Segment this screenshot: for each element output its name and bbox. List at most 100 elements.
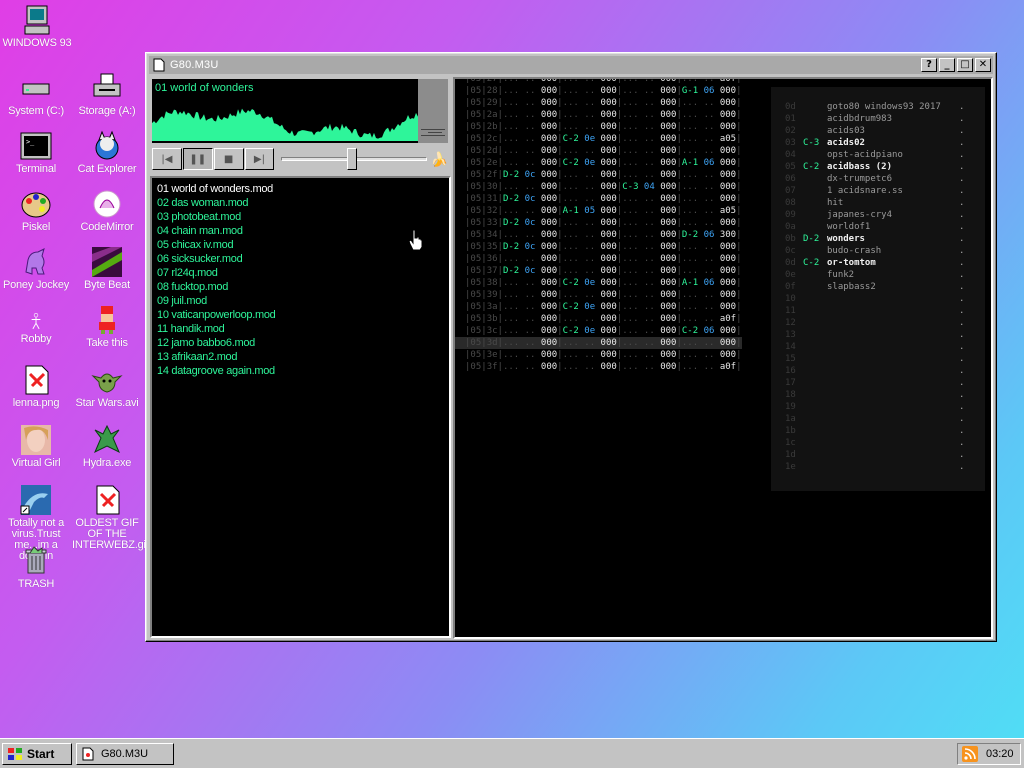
instrument-cell[interactable]: .. (644, 121, 655, 133)
sample-row[interactable]: 1b. (785, 425, 985, 437)
sample-row[interactable]: 1a. (785, 413, 985, 425)
instrument-cell[interactable]: 0c (525, 217, 536, 229)
desktop-icon-take-this[interactable]: Take this (72, 304, 142, 349)
note-cell[interactable]: C-2 (563, 157, 579, 169)
instrument-cell[interactable]: .. (644, 169, 655, 181)
pattern-row[interactable]: |05|2e|... .. 000|C-2 0e 000|... .. 000|… (455, 157, 742, 169)
note-cell[interactable]: ... (622, 349, 638, 361)
instrument-cell[interactable]: .. (525, 289, 536, 301)
effect-cell[interactable]: 000 (601, 361, 617, 373)
note-cell[interactable]: ... (682, 109, 698, 121)
playlist-item[interactable]: 01 world of wonders.mod (157, 182, 449, 196)
effect-cell[interactable]: 000 (541, 241, 557, 253)
effect-cell[interactable]: 000 (720, 109, 736, 121)
rss-icon[interactable] (962, 746, 978, 762)
banana-icon[interactable]: 🍌 (431, 151, 448, 168)
note-cell[interactable]: ... (503, 145, 519, 157)
sample-row[interactable]: 0d goto80 windows93 2017. (785, 101, 985, 113)
note-cell[interactable]: ... (563, 265, 579, 277)
instrument-cell[interactable]: .. (644, 349, 655, 361)
effect-cell[interactable]: a05 (720, 205, 736, 217)
sample-row[interactable]: 17. (785, 377, 985, 389)
sample-row[interactable]: 0e funk2. (785, 269, 985, 281)
effect-cell[interactable]: 000 (660, 181, 676, 193)
note-cell[interactable]: ... (622, 205, 638, 217)
effect-cell[interactable]: 000 (720, 241, 736, 253)
note-cell[interactable]: ... (503, 349, 519, 361)
instrument-cell[interactable]: .. (704, 109, 715, 121)
desktop-icon-trash[interactable]: TRASH (1, 545, 71, 590)
instrument-cell[interactable]: 0e (584, 277, 595, 289)
desktop-icon-oldest-gif[interactable]: OLDEST GIF OF THE INTERWEBZ.gif (72, 484, 149, 551)
effect-cell[interactable]: 000 (541, 229, 557, 241)
effect-cell[interactable]: 000 (601, 265, 617, 277)
effect-cell[interactable]: 000 (660, 337, 676, 349)
instrument-cell[interactable]: .. (584, 265, 595, 277)
note-cell[interactable]: A-1 (682, 277, 698, 289)
playlist-item[interactable]: 13 afrikaan2.mod (157, 350, 449, 364)
note-cell[interactable]: ... (503, 181, 519, 193)
effect-cell[interactable]: 000 (660, 325, 676, 337)
effect-cell[interactable]: 000 (541, 97, 557, 109)
note-cell[interactable]: ... (503, 85, 519, 97)
playlist-item[interactable]: 12 jamo babbo6.mod (157, 336, 449, 350)
effect-cell[interactable]: 000 (601, 79, 617, 85)
instrument-cell[interactable]: .. (704, 181, 715, 193)
desktop-icon-cat-explorer[interactable]: Cat Explorer (72, 130, 142, 175)
sample-row[interactable]: 10. (785, 293, 985, 305)
effect-cell[interactable]: 000 (541, 277, 557, 289)
sample-row[interactable]: 05 C-2 acidbass (2). (785, 161, 985, 173)
instrument-cell[interactable]: 0e (584, 301, 595, 313)
note-cell[interactable]: ... (622, 97, 638, 109)
instrument-cell[interactable]: .. (704, 79, 715, 85)
desktop-icon-virtual-girl[interactable]: Virtual Girl (1, 424, 71, 469)
pattern-row[interactable]: |05|39|... .. 000|... .. 000|... .. 000|… (455, 289, 742, 301)
instrument-cell[interactable]: .. (525, 313, 536, 325)
note-cell[interactable]: ... (682, 289, 698, 301)
effect-cell[interactable]: 000 (541, 325, 557, 337)
note-cell[interactable]: ... (563, 97, 579, 109)
pattern-row[interactable]: |05|3b|... .. 000|... .. 000|... .. 000|… (455, 313, 742, 325)
pattern-row[interactable]: |05|2b|... .. 000|... .. 000|... .. 000|… (455, 121, 742, 133)
pattern-row[interactable]: |05|35|D-2 0c 000|... .. 000|... .. 000|… (455, 241, 742, 253)
maximize-button[interactable]: □ (957, 58, 973, 72)
sample-row[interactable]: 11. (785, 305, 985, 317)
effect-cell[interactable]: 000 (660, 121, 676, 133)
start-button[interactable]: Start (2, 743, 72, 765)
note-cell[interactable]: ... (622, 133, 638, 145)
instrument-cell[interactable]: .. (704, 301, 715, 313)
effect-cell[interactable]: 000 (541, 193, 557, 205)
effect-cell[interactable]: 000 (541, 79, 557, 85)
effect-cell[interactable]: a0f (720, 361, 736, 373)
effect-cell[interactable]: 000 (601, 109, 617, 121)
note-cell[interactable]: ... (503, 205, 519, 217)
sample-row[interactable]: 1c. (785, 437, 985, 449)
effect-cell[interactable]: 000 (541, 145, 557, 157)
instrument-cell[interactable]: .. (644, 265, 655, 277)
effect-cell[interactable]: 000 (660, 253, 676, 265)
effect-cell[interactable]: 000 (720, 265, 736, 277)
instrument-cell[interactable]: .. (704, 289, 715, 301)
effect-cell[interactable]: 000 (601, 277, 617, 289)
playlist-item[interactable]: 14 datagroove again.mod (157, 364, 449, 378)
note-cell[interactable]: ... (622, 217, 638, 229)
stop-button[interactable]: ■ (213, 148, 244, 170)
effect-cell[interactable]: 000 (660, 229, 676, 241)
note-cell[interactable]: ... (503, 229, 519, 241)
instrument-cell[interactable]: .. (584, 109, 595, 121)
note-cell[interactable]: C-2 (563, 277, 579, 289)
sample-row[interactable]: 15. (785, 353, 985, 365)
instrument-cell[interactable]: .. (644, 313, 655, 325)
effect-cell[interactable]: 000 (660, 133, 676, 145)
note-cell[interactable]: ... (503, 253, 519, 265)
effect-cell[interactable]: 000 (720, 253, 736, 265)
instrument-cell[interactable]: .. (584, 193, 595, 205)
effect-cell[interactable]: 000 (601, 157, 617, 169)
effect-cell[interactable]: 000 (541, 349, 557, 361)
sample-row[interactable]: 12. (785, 317, 985, 329)
instrument-cell[interactable]: 06 (704, 229, 715, 241)
instrument-cell[interactable]: .. (584, 313, 595, 325)
note-cell[interactable]: C-2 (563, 133, 579, 145)
instrument-cell[interactable]: .. (644, 325, 655, 337)
sample-row[interactable]: 02 acids03. (785, 125, 985, 137)
